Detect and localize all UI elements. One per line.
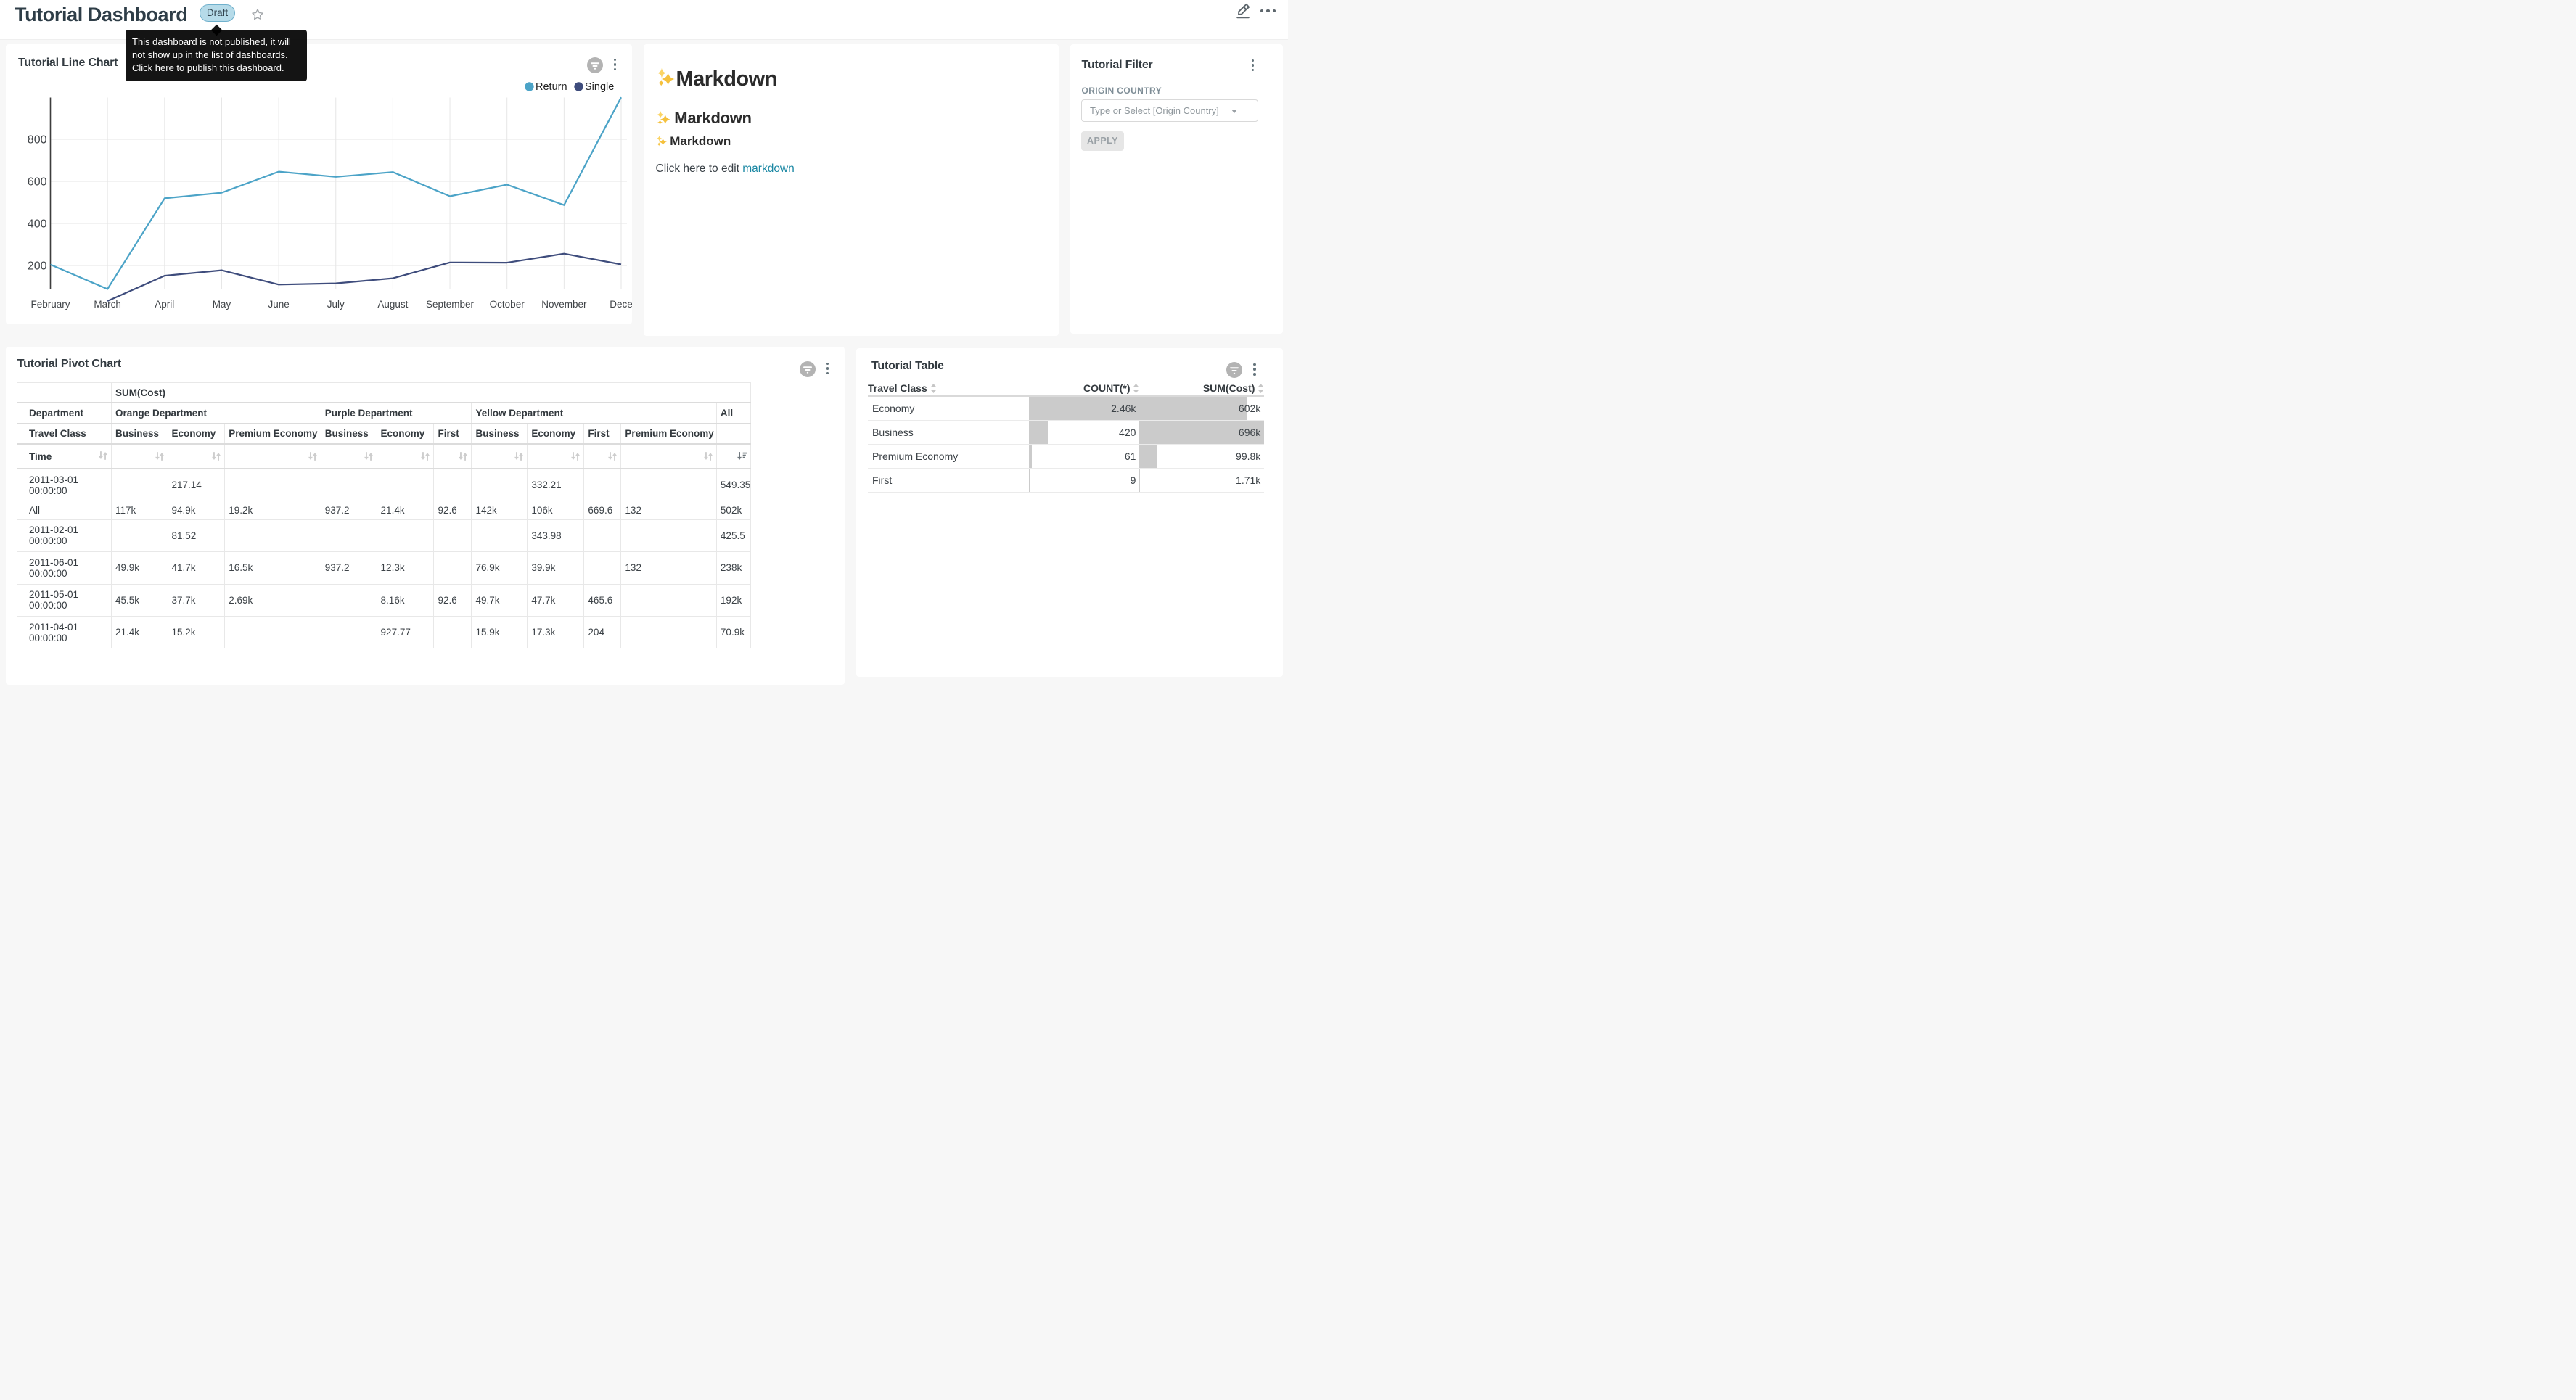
svg-text:October: October xyxy=(489,299,525,310)
svg-text:April: April xyxy=(155,299,174,310)
svg-text:800: 800 xyxy=(27,133,46,146)
svg-text:September: September xyxy=(426,299,475,310)
svg-text:August: August xyxy=(377,299,408,310)
svg-text:February: February xyxy=(30,299,70,310)
svg-text:200: 200 xyxy=(27,260,46,272)
svg-text:600: 600 xyxy=(27,176,46,188)
svg-text:400: 400 xyxy=(27,218,46,230)
svg-text:May: May xyxy=(212,299,231,310)
svg-text:Dece: Dece xyxy=(610,299,632,310)
svg-text:Single: Single xyxy=(585,81,614,93)
svg-text:July: July xyxy=(327,299,344,310)
svg-text:June: June xyxy=(268,299,289,310)
svg-text:November: November xyxy=(541,299,587,310)
svg-text:Return: Return xyxy=(536,81,567,93)
